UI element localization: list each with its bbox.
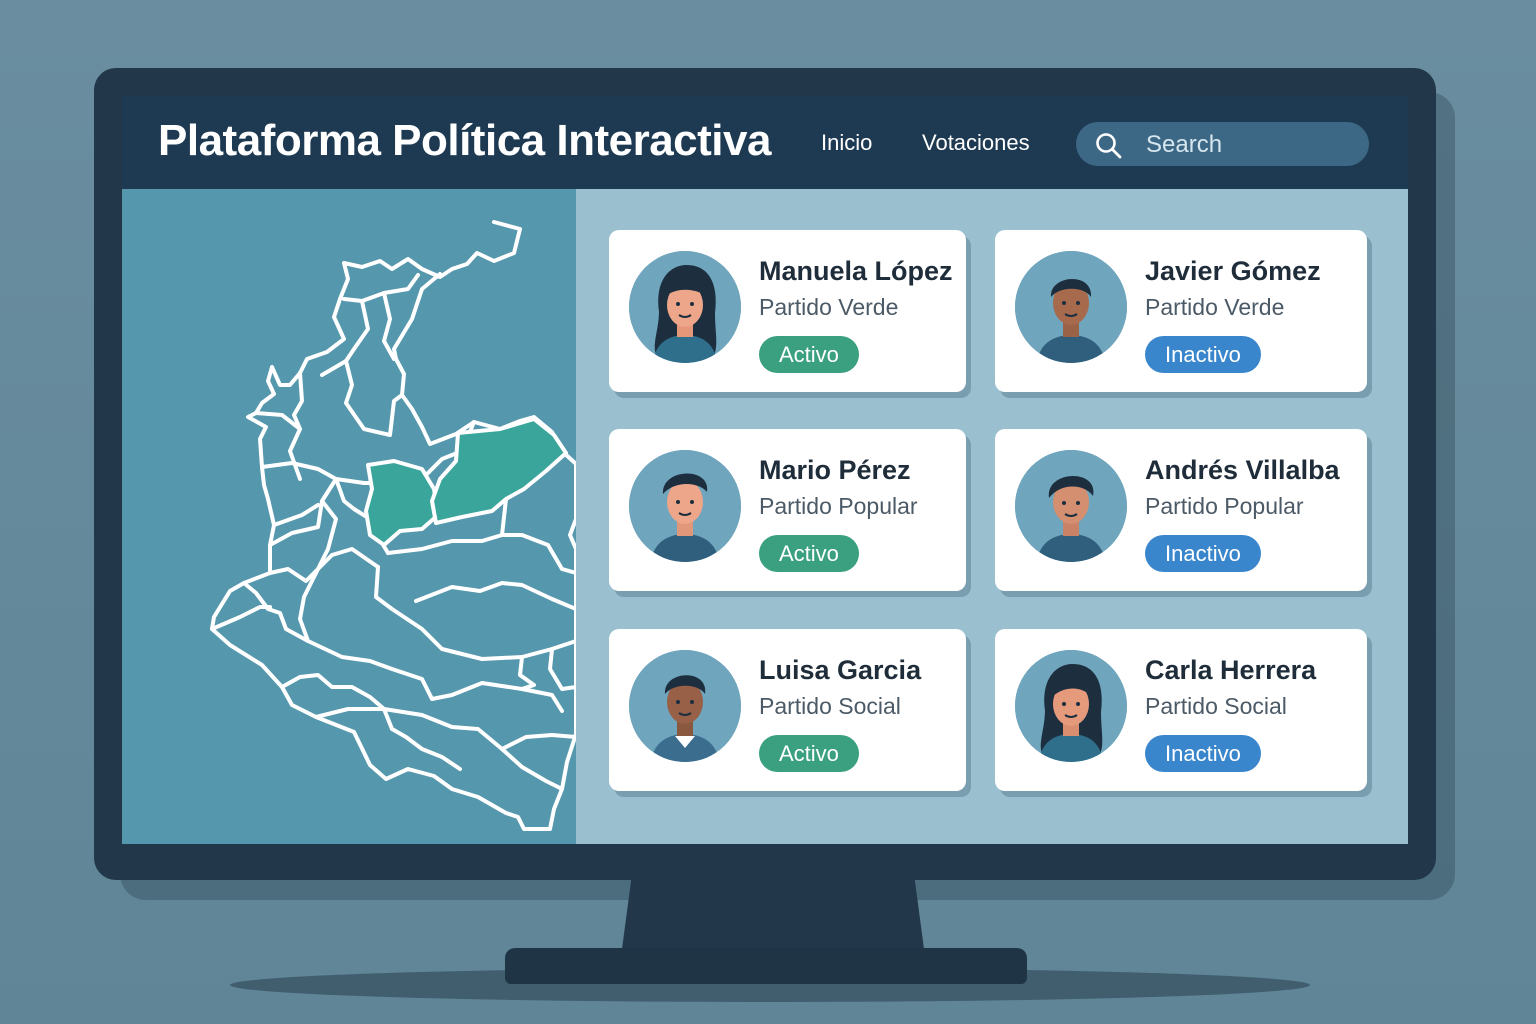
search-input[interactable] <box>1144 128 1348 162</box>
candidate-party: Partido Social <box>1145 693 1287 719</box>
map-border <box>314 707 564 791</box>
avatar <box>1015 650 1127 762</box>
map-border <box>272 503 320 527</box>
candidate-name: Javier Gómez <box>1145 256 1321 286</box>
map-border <box>414 581 576 611</box>
nav-link-inicio[interactable]: Inicio <box>821 130 872 156</box>
status-badge: Inactivo <box>1145 535 1261 572</box>
candidate-name: Manuela López <box>759 256 953 286</box>
candidate-party: Partido Popular <box>1145 493 1304 519</box>
candidate-card-andres-villalba[interactable]: Andrés Villalba Partido Popular Inactivo <box>995 429 1367 591</box>
map-panel <box>122 189 576 844</box>
status-badge: Inactivo <box>1145 336 1261 373</box>
map-border <box>374 565 576 661</box>
colombia-map <box>210 220 576 831</box>
candidate-party: Partido Verde <box>759 294 899 320</box>
candidate-card-manuela-lopez[interactable]: Manuela López Partido Verde Activo <box>609 230 966 392</box>
map-border <box>268 477 338 547</box>
map-border <box>260 461 366 485</box>
search-icon <box>1096 133 1122 159</box>
candidate-party: Partido Social <box>759 693 901 719</box>
avatar <box>629 450 741 562</box>
top-navigation-bar: Plataforma Política Interactiva Inicio V… <box>122 96 1408 189</box>
map-border <box>210 605 272 631</box>
status-badge: Inactivo <box>1145 735 1261 772</box>
candidate-card-mario-perez[interactable]: Mario Pérez Partido Popular Activo <box>609 429 966 591</box>
female-avatar-icon <box>1015 650 1127 762</box>
avatar <box>629 650 741 762</box>
male-avatar-icon <box>629 650 741 762</box>
app-title: Plataforma Política Interactiva <box>158 116 771 165</box>
male-avatar-icon <box>1015 450 1127 562</box>
status-badge: Activo <box>759 336 859 373</box>
map-border <box>500 533 576 575</box>
map-border <box>548 647 576 691</box>
male-avatar-icon <box>1015 251 1127 363</box>
candidate-card-carla-herrera[interactable]: Carla Herrera Partido Social Inactivo <box>995 629 1367 791</box>
candidate-name: Carla Herrera <box>1145 655 1317 685</box>
monitor-stand-base <box>505 948 1027 984</box>
search-box[interactable] <box>1076 122 1369 166</box>
map-border <box>344 359 404 437</box>
male-avatar-icon <box>629 450 741 562</box>
map-border <box>500 733 576 751</box>
female-avatar-icon <box>629 251 741 363</box>
candidate-name: Andrés Villalba <box>1145 455 1340 485</box>
map-border <box>342 273 420 303</box>
status-badge: Activo <box>759 735 859 772</box>
candidate-card-luisa-garcia[interactable]: Luisa Garcia Partido Social Activo <box>609 629 966 791</box>
nav-link-votaciones[interactable]: Votaciones <box>922 130 1030 156</box>
map-border <box>518 655 536 691</box>
avatar <box>1015 450 1127 562</box>
avatar <box>1015 251 1127 363</box>
monitor-screen: Plataforma Política Interactiva Inicio V… <box>122 96 1408 844</box>
avatar <box>629 251 741 363</box>
candidate-name: Luisa Garcia <box>759 655 922 685</box>
candidate-name: Mario Pérez <box>759 455 911 485</box>
map-border <box>280 673 386 711</box>
candidate-party: Partido Popular <box>759 493 918 519</box>
candidate-party: Partido Verde <box>1145 294 1285 320</box>
map-border <box>382 707 462 771</box>
candidate-card-javier-gomez[interactable]: Javier Gómez Partido Verde Inactivo <box>995 230 1367 392</box>
status-badge: Activo <box>759 535 859 572</box>
candidate-cards-grid: Manuela López Partido Verde Activo Javie… <box>576 189 1408 844</box>
